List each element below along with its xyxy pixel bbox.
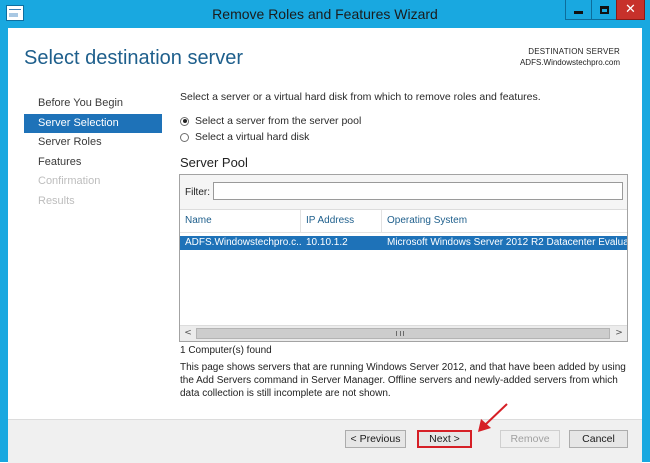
annotation-arrow-icon [478, 403, 508, 432]
